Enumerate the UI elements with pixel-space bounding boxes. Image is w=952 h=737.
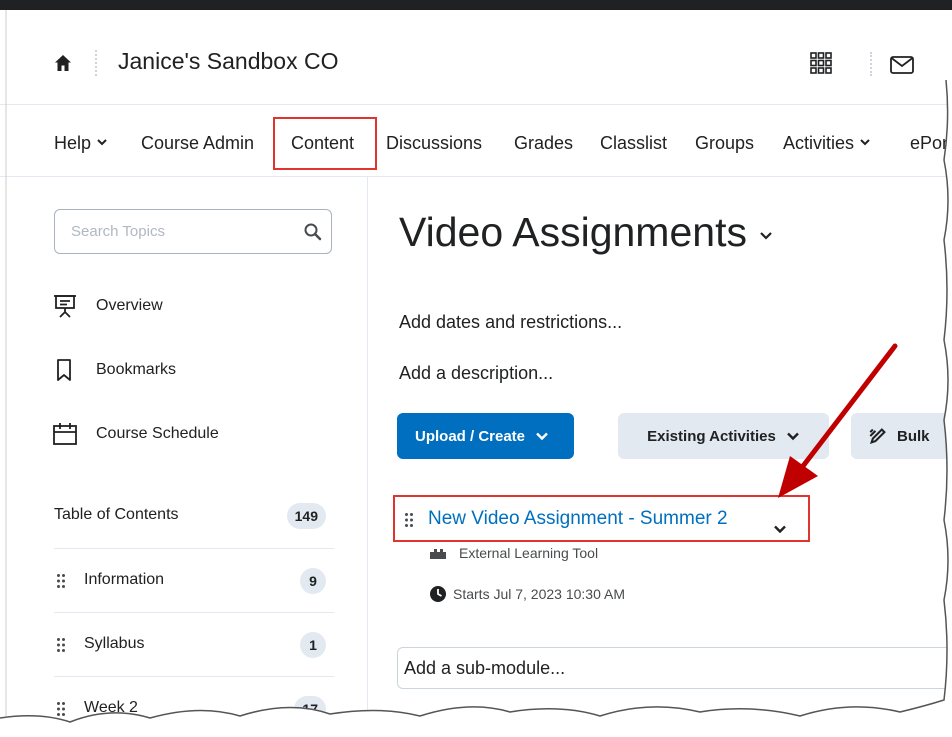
toc-module-label: Week 2 <box>84 699 138 716</box>
count-badge: 9 <box>300 568 326 594</box>
add-submodule-label: Add a sub-module... <box>404 658 566 678</box>
nav-discussions[interactable]: Discussions <box>386 133 482 154</box>
nav-help-label: Help <box>54 133 92 153</box>
search-topics-input[interactable] <box>55 210 285 253</box>
course-header: Janice's Sandbox CO <box>0 10 952 105</box>
add-submodule-input[interactable]: Add a sub-module... <box>397 647 952 689</box>
toc-module-label: Information <box>84 571 165 588</box>
upload-create-button[interactable]: Upload / Create <box>397 413 574 459</box>
module-content-panel: Video Assignments Add dates and restrict… <box>369 177 952 737</box>
content-item-link[interactable]: New Video Assignment - Summer 2 <box>428 508 728 530</box>
toc-label: Table of Contents <box>54 506 179 523</box>
nav-grades[interactable]: Grades <box>514 133 573 154</box>
sidebar-link-label: Course Schedule <box>96 425 219 442</box>
sidebar-link-overview[interactable]: Overview <box>52 293 332 323</box>
chevron-down-icon <box>860 139 870 146</box>
waffle-icon[interactable] <box>810 52 832 74</box>
bulk-edit-button[interactable]: Bulk <box>851 413 952 459</box>
nav-help[interactable]: Help <box>54 133 107 154</box>
add-description-link[interactable]: Add a description... <box>399 363 553 384</box>
sidebar-link-label: Overview <box>96 297 163 314</box>
existing-activities-label: Existing Activities <box>647 427 776 445</box>
sidebar-link-course-schedule[interactable]: Course Schedule <box>52 421 332 451</box>
nav-activities-label: Activities <box>783 133 855 153</box>
item-start-date: Starts Jul 7, 2023 10:30 AM <box>453 586 625 602</box>
module-title-text: Video Assignments <box>399 209 747 255</box>
toc-module-label: Syllabus <box>84 635 145 652</box>
drag-handle-icon[interactable] <box>56 573 66 589</box>
clock-icon <box>430 586 446 602</box>
content-sidebar: Overview Bookmarks Course Schedule Table… <box>0 177 368 737</box>
calendar-icon <box>53 423 77 445</box>
drag-handle-icon[interactable] <box>404 512 414 528</box>
bookmark-icon <box>57 359 71 381</box>
presentation-icon <box>54 295 76 318</box>
home-icon[interactable] <box>54 54 72 72</box>
header-separator <box>870 52 872 76</box>
chevron-down-icon <box>786 432 799 441</box>
nav-groups[interactable]: Groups <box>695 133 754 154</box>
search-topics-box <box>54 209 332 254</box>
chevron-down-icon <box>536 432 548 441</box>
item-type-label: External Learning Tool <box>459 545 599 561</box>
header-separator <box>95 50 97 76</box>
content-highlight-box <box>273 117 377 170</box>
nav-activities[interactable]: Activities <box>783 133 870 154</box>
mail-icon[interactable] <box>890 56 914 74</box>
existing-activities-button[interactable]: Existing Activities <box>618 413 829 459</box>
count-badge: 149 <box>286 503 326 529</box>
chevron-down-icon <box>97 139 107 146</box>
bulk-edit-label: Bulk <box>897 427 930 445</box>
count-badge: 17 <box>294 696 326 722</box>
toc-module-syllabus[interactable]: Syllabus 1 <box>54 612 334 676</box>
chevron-down-icon[interactable] <box>773 522 787 536</box>
table-of-contents-row[interactable]: Table of Contents 149 <box>54 484 334 548</box>
toc-module-information[interactable]: Information 9 <box>54 548 334 612</box>
drag-handle-icon[interactable] <box>56 637 66 653</box>
module-title[interactable]: Video Assignments <box>399 209 773 256</box>
course-navbar: Help Course Admin Content Discussions Gr… <box>0 105 952 177</box>
nav-eportfolio[interactable]: ePor <box>910 133 948 154</box>
add-dates-link[interactable]: Add dates and restrictions... <box>399 312 622 333</box>
pencil-icon <box>869 428 886 445</box>
puzzle-icon <box>430 549 446 559</box>
count-badge: 1 <box>300 632 326 658</box>
toc-module-week-2[interactable]: Week 2 17 <box>54 676 334 737</box>
search-icon[interactable] <box>303 222 323 242</box>
chevron-down-icon[interactable] <box>759 228 773 242</box>
top-dark-bar <box>0 0 952 10</box>
drag-handle-icon[interactable] <box>56 701 66 717</box>
course-title[interactable]: Janice's Sandbox CO <box>118 48 338 75</box>
sidebar-link-bookmarks[interactable]: Bookmarks <box>52 357 332 387</box>
app-window: Janice's Sandbox CO Help Course Admin Co… <box>0 0 952 737</box>
upload-create-label: Upload / Create <box>415 427 526 445</box>
nav-course-admin[interactable]: Course Admin <box>141 133 254 154</box>
sidebar-link-label: Bookmarks <box>96 361 177 378</box>
nav-classlist[interactable]: Classlist <box>600 133 667 154</box>
